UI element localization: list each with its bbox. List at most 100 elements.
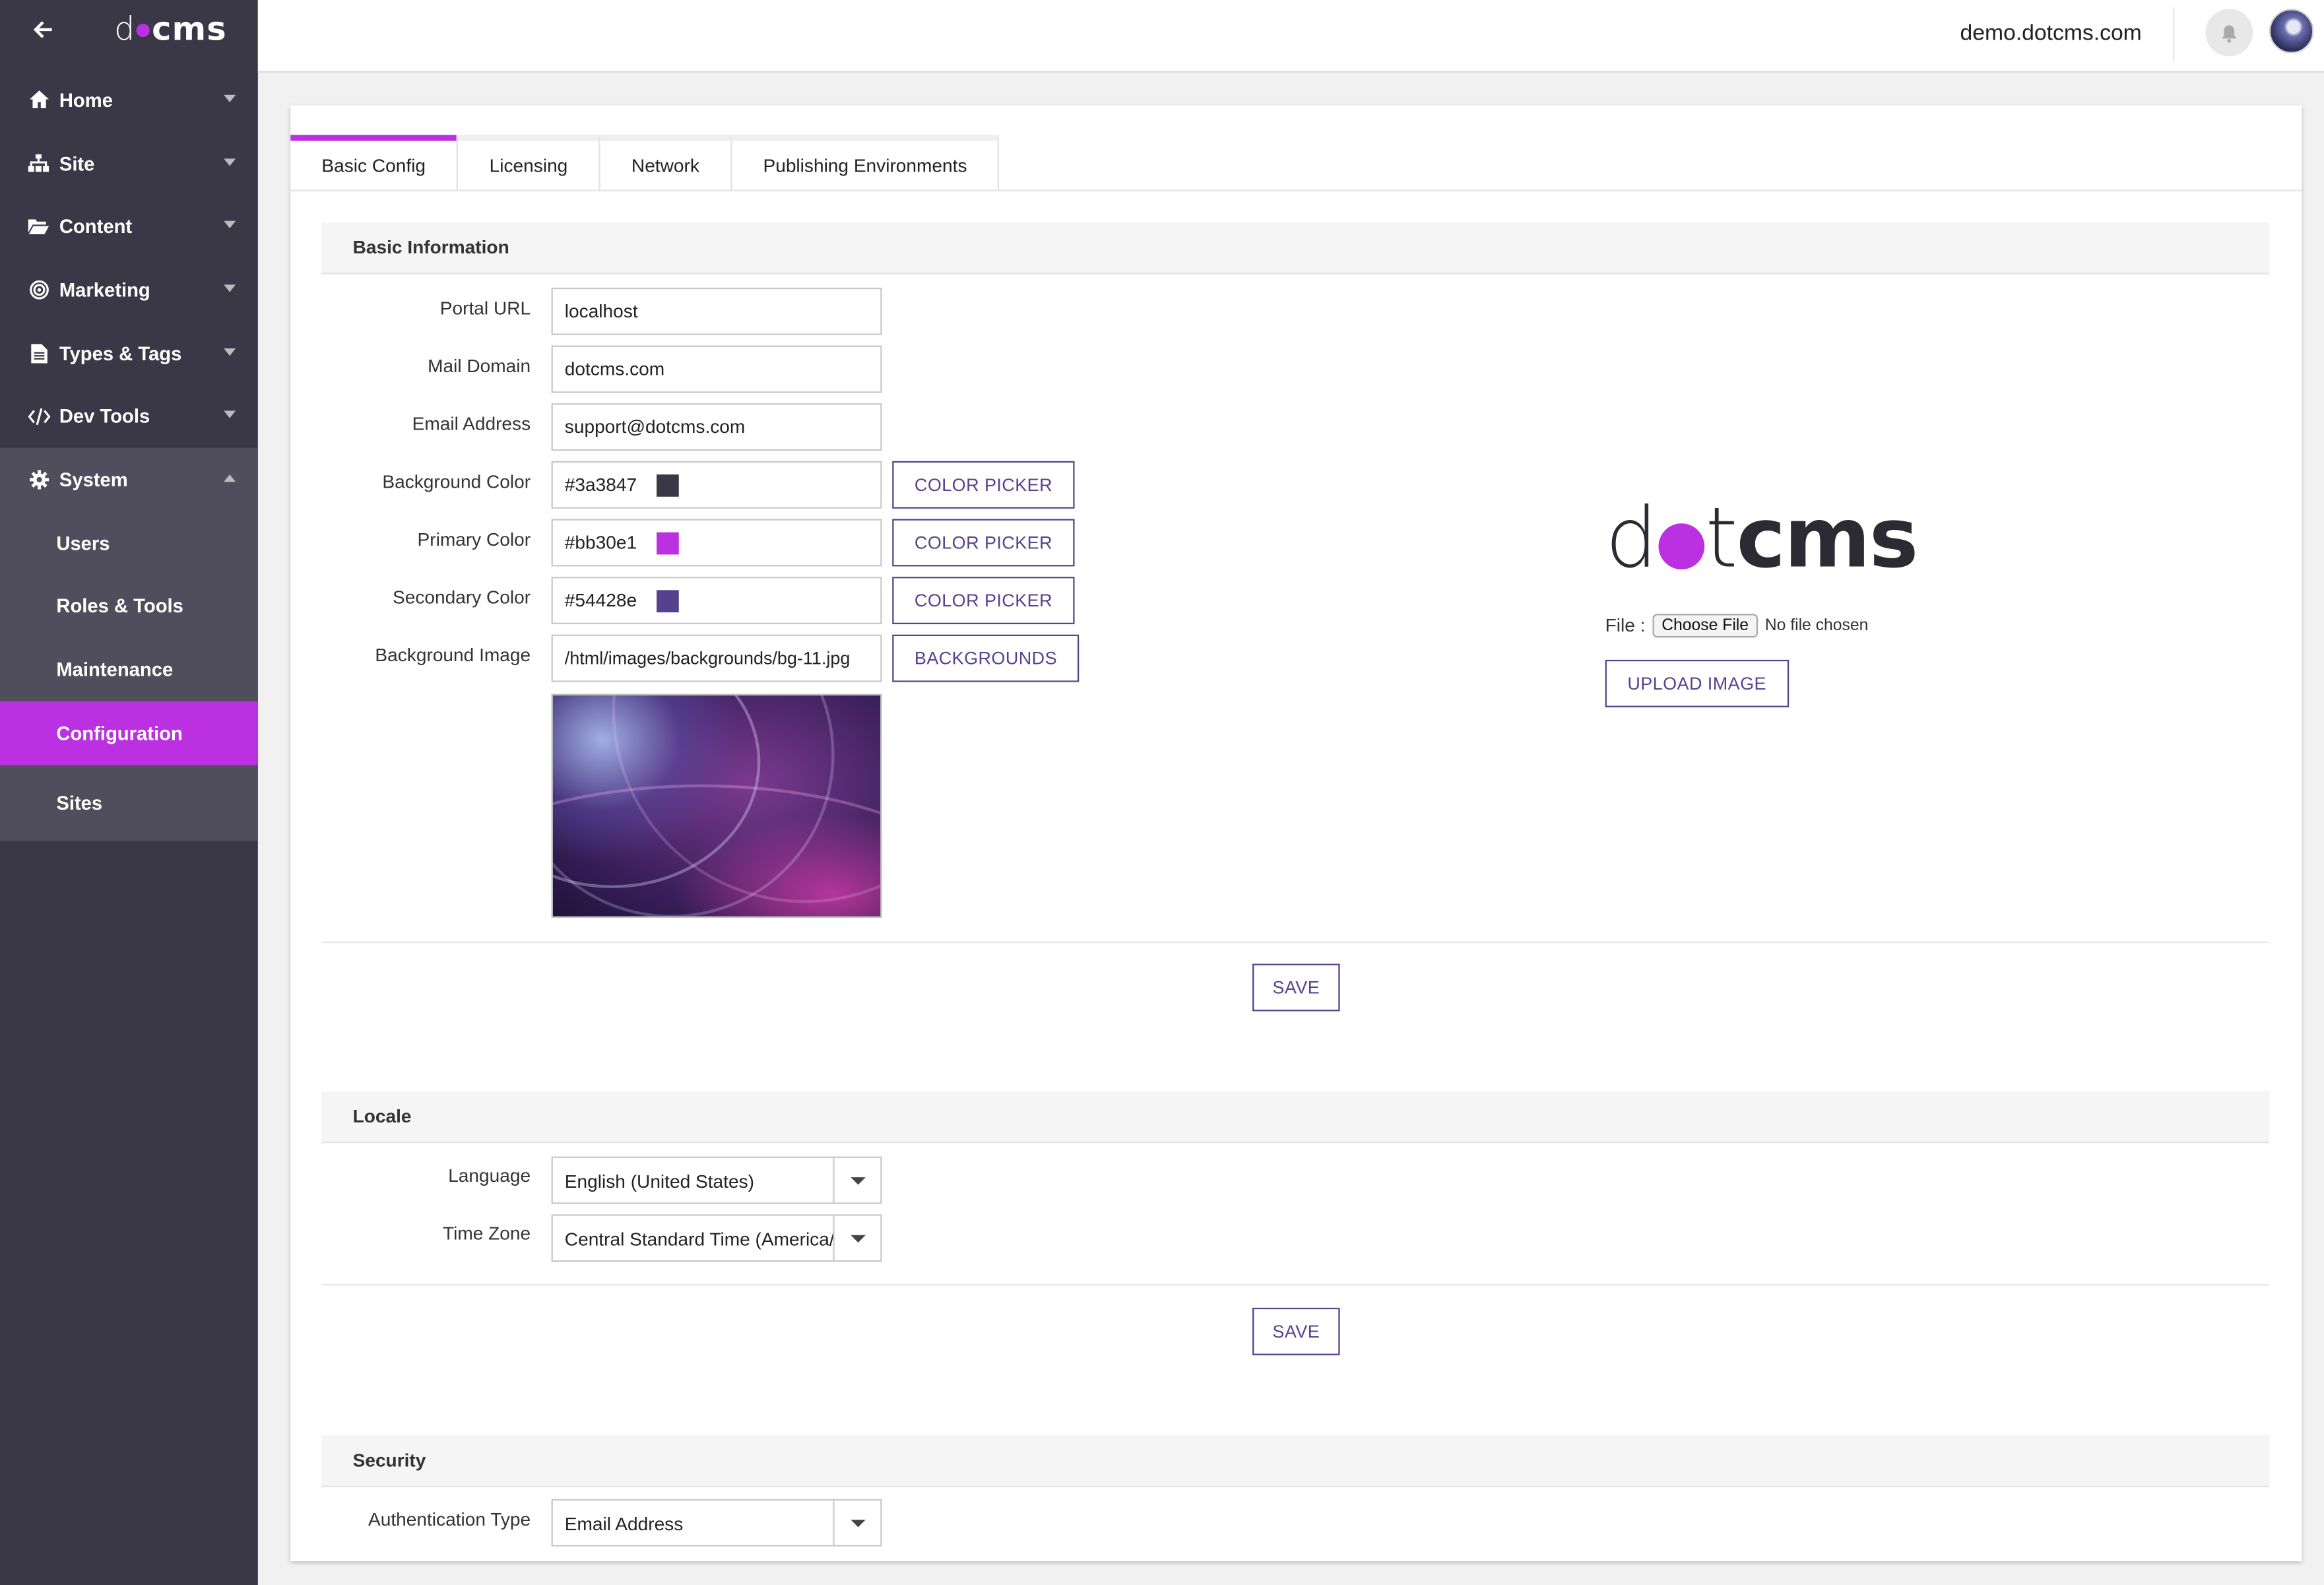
home-icon	[26, 90, 50, 110]
backgrounds-button[interactable]: BACKGROUNDS	[892, 634, 1080, 682]
background-image-preview	[551, 694, 882, 918]
tab-network[interactable]: Network	[598, 135, 732, 191]
email-address-label: Email Address	[412, 413, 531, 435]
background-image-label: Background Image	[375, 645, 531, 666]
primary-color-value: #bb30e1	[564, 532, 637, 554]
secondary-color-input[interactable]: #54428e	[551, 577, 882, 624]
subnav-sites[interactable]: Sites	[0, 764, 258, 840]
system-group: System Users Roles & Tools Maintenance C…	[0, 447, 258, 841]
nav-label: Dev Tools	[59, 405, 150, 428]
chevron-down-icon	[224, 348, 236, 356]
sidebar-header: d cms	[0, 0, 258, 68]
file-text-icon	[26, 342, 50, 363]
primary-color-input[interactable]: #bb30e1	[551, 519, 882, 567]
chevron-down-icon	[224, 221, 236, 229]
nav-site[interactable]: Site	[0, 131, 258, 195]
upload-image-button[interactable]: UPLOAD IMAGE	[1605, 659, 1789, 707]
section-locale: Locale	[321, 1091, 2269, 1144]
dotcms-logo-preview: d tcms	[1605, 490, 1919, 587]
nav-content[interactable]: Content	[0, 195, 258, 258]
chevron-up-icon	[224, 474, 236, 482]
code-icon	[26, 406, 50, 426]
collapse-arrow-icon[interactable]	[30, 19, 56, 46]
nav-marketing[interactable]: Marketing	[0, 258, 258, 321]
sitemap-icon	[26, 153, 50, 174]
caret-down-icon	[851, 1520, 866, 1528]
chevron-down-icon	[224, 158, 236, 166]
avatar[interactable]	[2269, 9, 2314, 53]
nav-label: System	[59, 468, 128, 491]
config-panel: Basic Config Licensing Network Publishin…	[290, 105, 2302, 1562]
background-image-input[interactable]: /html/images/backgrounds/bg-11.jpg	[551, 634, 882, 682]
file-status: No file chosen	[1764, 616, 1869, 635]
save-locale-button[interactable]: SAVE	[1252, 1307, 1340, 1355]
subnav-roles-tools[interactable]: Roles & Tools	[0, 575, 258, 638]
tab-licensing[interactable]: Licensing	[457, 135, 600, 191]
secondary-color-picker-button[interactable]: COLOR PICKER	[892, 577, 1075, 624]
tab-bar: Basic Config Licensing Network Publishin…	[290, 135, 1000, 191]
gear-icon	[26, 469, 50, 490]
portal-url-input[interactable]: localhost	[551, 287, 882, 335]
section-security: Security	[321, 1435, 2269, 1487]
sidebar: d cms Home Site Content Marketing Types …	[0, 0, 258, 1585]
background-color-picker-button[interactable]: COLOR PICKER	[892, 461, 1075, 509]
subnav-users[interactable]: Users	[0, 511, 258, 575]
dropdown-arrow[interactable]	[833, 1500, 880, 1545]
nav-label: Site	[59, 152, 95, 175]
nav-label: Content	[59, 215, 133, 238]
top-bar: demo.dotcms.com	[257, 0, 2324, 73]
email-address-input[interactable]: support@dotcms.com	[551, 403, 882, 451]
primary-color-swatch	[656, 531, 679, 554]
background-color-label: Background Color	[382, 471, 531, 493]
background-color-input[interactable]: #3a3847	[551, 461, 882, 509]
chevron-down-icon	[224, 284, 236, 292]
primary-color-picker-button[interactable]: COLOR PICKER	[892, 519, 1075, 567]
divider	[321, 941, 2269, 944]
divider	[290, 189, 2302, 191]
divider	[2172, 7, 2175, 61]
nav-dev-tools[interactable]: Dev Tools	[0, 385, 258, 448]
background-color-value: #3a3847	[564, 474, 637, 496]
tab-publishing-environments[interactable]: Publishing Environments	[730, 135, 1000, 191]
divider	[321, 1283, 2269, 1286]
mail-domain-input[interactable]: dotcms.com	[551, 345, 882, 393]
file-upload-row: File : Choose File No file chosen	[1605, 614, 1869, 638]
chevron-down-icon	[224, 94, 236, 103]
bell-icon[interactable]	[2205, 9, 2253, 57]
subnav-configuration[interactable]: Configuration	[0, 701, 258, 765]
subnav-maintenance[interactable]: Maintenance	[0, 638, 258, 701]
portal-url-label: Portal URL	[439, 298, 531, 319]
secondary-color-label: Secondary Color	[392, 587, 531, 608]
caret-down-icon	[851, 1235, 866, 1243]
authentication-type-select[interactable]: Email Address	[551, 1499, 882, 1547]
time-zone-select[interactable]: Central Standard Time (America/Chicago)	[551, 1214, 882, 1262]
background-color-swatch	[656, 473, 679, 496]
secondary-color-value: #54428e	[564, 590, 637, 611]
nav-label: Types & Tags	[59, 342, 182, 364]
caret-down-icon	[851, 1177, 866, 1185]
chevron-down-icon	[224, 411, 236, 419]
nav-types-tags[interactable]: Types & Tags	[0, 321, 258, 385]
authentication-type-value: Email Address	[564, 1514, 684, 1535]
dropdown-arrow[interactable]	[833, 1215, 880, 1260]
save-basic-info-button[interactable]: SAVE	[1252, 963, 1340, 1012]
nav-label: Marketing	[59, 278, 150, 301]
section-basic-information: Basic Information	[321, 222, 2269, 275]
tab-basic-config[interactable]: Basic Config	[290, 135, 459, 191]
dropdown-arrow[interactable]	[833, 1157, 880, 1203]
language-label: Language	[448, 1165, 531, 1186]
language-select[interactable]: English (United States)	[551, 1156, 882, 1204]
dotcms-logo[interactable]: d cms	[114, 12, 227, 49]
file-label: File :	[1605, 615, 1646, 636]
authentication-type-label: Authentication Type	[368, 1509, 531, 1530]
choose-file-button[interactable]: Choose File	[1652, 614, 1758, 638]
time-zone-label: Time Zone	[442, 1223, 531, 1245]
nav-label: Home	[59, 88, 113, 112]
site-selector[interactable]: demo.dotcms.com	[1960, 20, 2141, 46]
mail-domain-label: Mail Domain	[428, 356, 531, 377]
language-value: English (United States)	[564, 1171, 754, 1192]
primary-color-label: Primary Color	[417, 529, 531, 550]
nav-system[interactable]: System	[0, 448, 258, 511]
time-zone-value: Central Standard Time (America/Chicago)	[564, 1229, 835, 1250]
nav-home[interactable]: Home	[0, 68, 258, 131]
